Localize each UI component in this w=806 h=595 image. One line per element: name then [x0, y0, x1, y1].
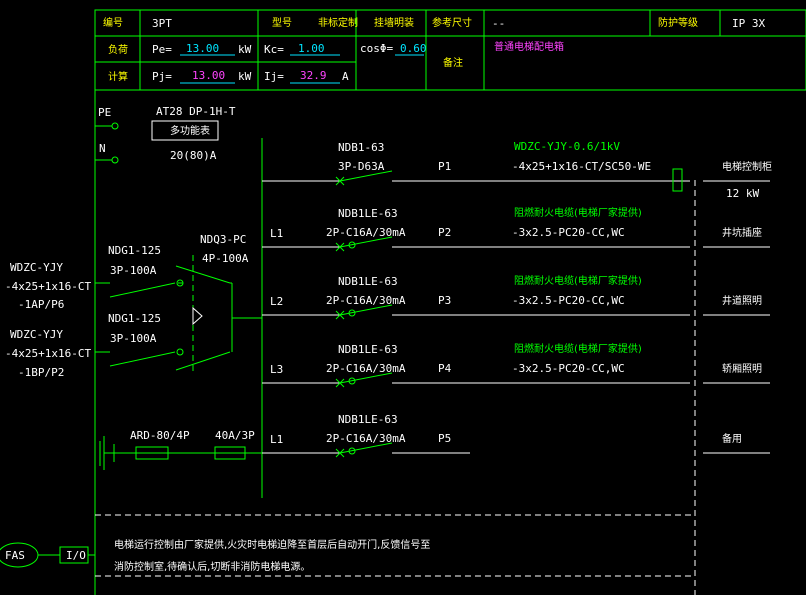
pe-unit: kW: [238, 43, 252, 56]
meter-model: AT28 DP-1H-T: [156, 105, 236, 118]
circuit-4-id: P4: [438, 362, 452, 375]
kc-label: Kc=: [264, 43, 284, 56]
circuit-5-rating: 2P-C16A/30mA: [326, 432, 406, 445]
ij-unit: A: [342, 70, 349, 83]
label-model: 型号: [272, 16, 292, 29]
circuit-4-breaker: NDB1LE-63: [338, 343, 398, 356]
circuit-5-load: 备用: [722, 432, 742, 445]
circuit-1-breaker: NDB1-63: [338, 141, 384, 154]
circuit-5-id: P5: [438, 432, 451, 445]
ij-label: Ij=: [264, 70, 284, 83]
kc-value: 1.00: [298, 42, 325, 55]
incoming-2-line3: -1BP/P2: [18, 366, 64, 379]
spd-model: ARD-80/4P: [130, 429, 190, 442]
incoming-1-line2: -4x25+1x16-CT: [5, 280, 91, 293]
circuit-3-rating: 2P-C16A/30mA: [326, 294, 406, 307]
circuit-3-breaker: NDB1LE-63: [338, 275, 398, 288]
circuit-2-id: P2: [438, 226, 451, 239]
pe-bus-label: PE: [98, 106, 111, 119]
circuit-4-rating: 2P-C16A/30mA: [326, 362, 406, 375]
incoming-1-line3: -1AP/P6: [18, 298, 64, 311]
ref-size: --: [492, 17, 505, 30]
circuit-4-phase: L3: [270, 363, 283, 376]
incoming-2-switch: NDG1-125: [108, 312, 161, 325]
model-value-2: 挂墙明装: [374, 16, 414, 29]
incoming-2-line2: -4x25+1x16-CT: [5, 347, 91, 360]
circuit-1-load-2: 12 kW: [726, 187, 759, 200]
circuit-1-id: P1: [438, 160, 451, 173]
incoming-1-switch-rating: 3P-100A: [110, 264, 157, 277]
model-value-1: 非标定制: [318, 16, 358, 29]
fas-io: I/O: [66, 549, 86, 562]
box-number: 3PT: [152, 17, 172, 30]
incoming-1-switch: NDG1-125: [108, 244, 161, 257]
ats-model: NDQ3-PC: [200, 233, 246, 246]
circuit-1-cable-top: WDZC-YJY-0.6/1kV: [514, 140, 620, 153]
pe-label: Pe=: [152, 43, 172, 56]
circuit-3-phase: L2: [270, 295, 283, 308]
circuit-3-cable-top: 阻燃耐火电缆(电梯厂家提供): [514, 274, 642, 287]
circuit-2-cable: -3x2.5-PC20-CC,WC: [512, 226, 625, 239]
note-line-2: 消防控制室,待确认后,切断非消防电梯电源。: [114, 560, 310, 573]
spd-fuse: 40A/3P: [215, 429, 255, 442]
circuit-4-cable: -3x2.5-PC20-CC,WC: [512, 362, 625, 375]
pj-unit: kW: [238, 70, 252, 83]
circuit-3-cable: -3x2.5-PC20-CC,WC: [512, 294, 625, 307]
pj-value: 13.00: [192, 69, 225, 82]
circuit-2-cable-top: 阻燃耐火电缆(电梯厂家提供): [514, 206, 642, 219]
pe-value: 13.00: [186, 42, 219, 55]
circuit-2-breaker: NDB1LE-63: [338, 207, 398, 220]
label-protection: 防护等级: [658, 16, 698, 29]
circuit-5-phase: L1: [270, 433, 283, 446]
circuit-2-phase: L1: [270, 227, 283, 240]
label-number: 编号: [103, 16, 123, 29]
remark-value: 普通电梯配电箱: [494, 40, 564, 53]
circuit-3-id: P3: [438, 294, 451, 307]
ats-rating: 4P-100A: [202, 252, 249, 265]
circuit-5-breaker: NDB1LE-63: [338, 413, 398, 426]
circuit-1-load: 电梯控制柜: [722, 160, 772, 173]
protection-rating: IP 3X: [732, 17, 765, 30]
remark-label: 备注: [443, 56, 463, 69]
circuit-4-cable-top: 阻燃耐火电缆(电梯厂家提供): [514, 342, 642, 355]
incoming-1-line1: WDZC-YJY: [10, 261, 63, 274]
note-line-1: 电梯运行控制由厂家提供,火灾时电梯迫降至首层后自动开门,反馈信号至: [114, 538, 430, 551]
cos-value: 0.60: [400, 42, 427, 55]
circuit-1-rating: 3P-D63A: [338, 160, 385, 173]
circuit-2-rating: 2P-C16A/30mA: [326, 226, 406, 239]
n-bus-label: N: [99, 142, 106, 155]
label-ref-size: 参考尺寸: [432, 16, 472, 29]
ij-value: 32.9: [300, 69, 327, 82]
pj-label: Pj=: [152, 70, 172, 83]
circuit-3-load: 井道照明: [722, 294, 762, 307]
incoming-2-line1: WDZC-YJY: [10, 328, 63, 341]
circuit-2-load: 井坑插座: [722, 226, 762, 239]
cos-label: cosΦ=: [360, 42, 393, 55]
meter-box-label: 多功能表: [170, 124, 210, 137]
fas-label: FAS: [5, 549, 25, 562]
circuit-4-load: 轿厢照明: [722, 362, 762, 375]
circuit-1-contactor: [672, 168, 683, 192]
outgoing-circuits: NDB1-63 3P-D63A P1 WDZC-YJY-0.6/1kV -4x25+1x…: [262, 140, 772, 458]
label-load: 负荷: [108, 43, 128, 56]
meter-rating: 20(80)A: [170, 149, 217, 162]
circuit-1-cable: -4x25+1x16-CT/SC50-WE: [512, 160, 651, 173]
label-calc: 计算: [108, 70, 128, 83]
incoming-2-switch-rating: 3P-100A: [110, 332, 157, 345]
